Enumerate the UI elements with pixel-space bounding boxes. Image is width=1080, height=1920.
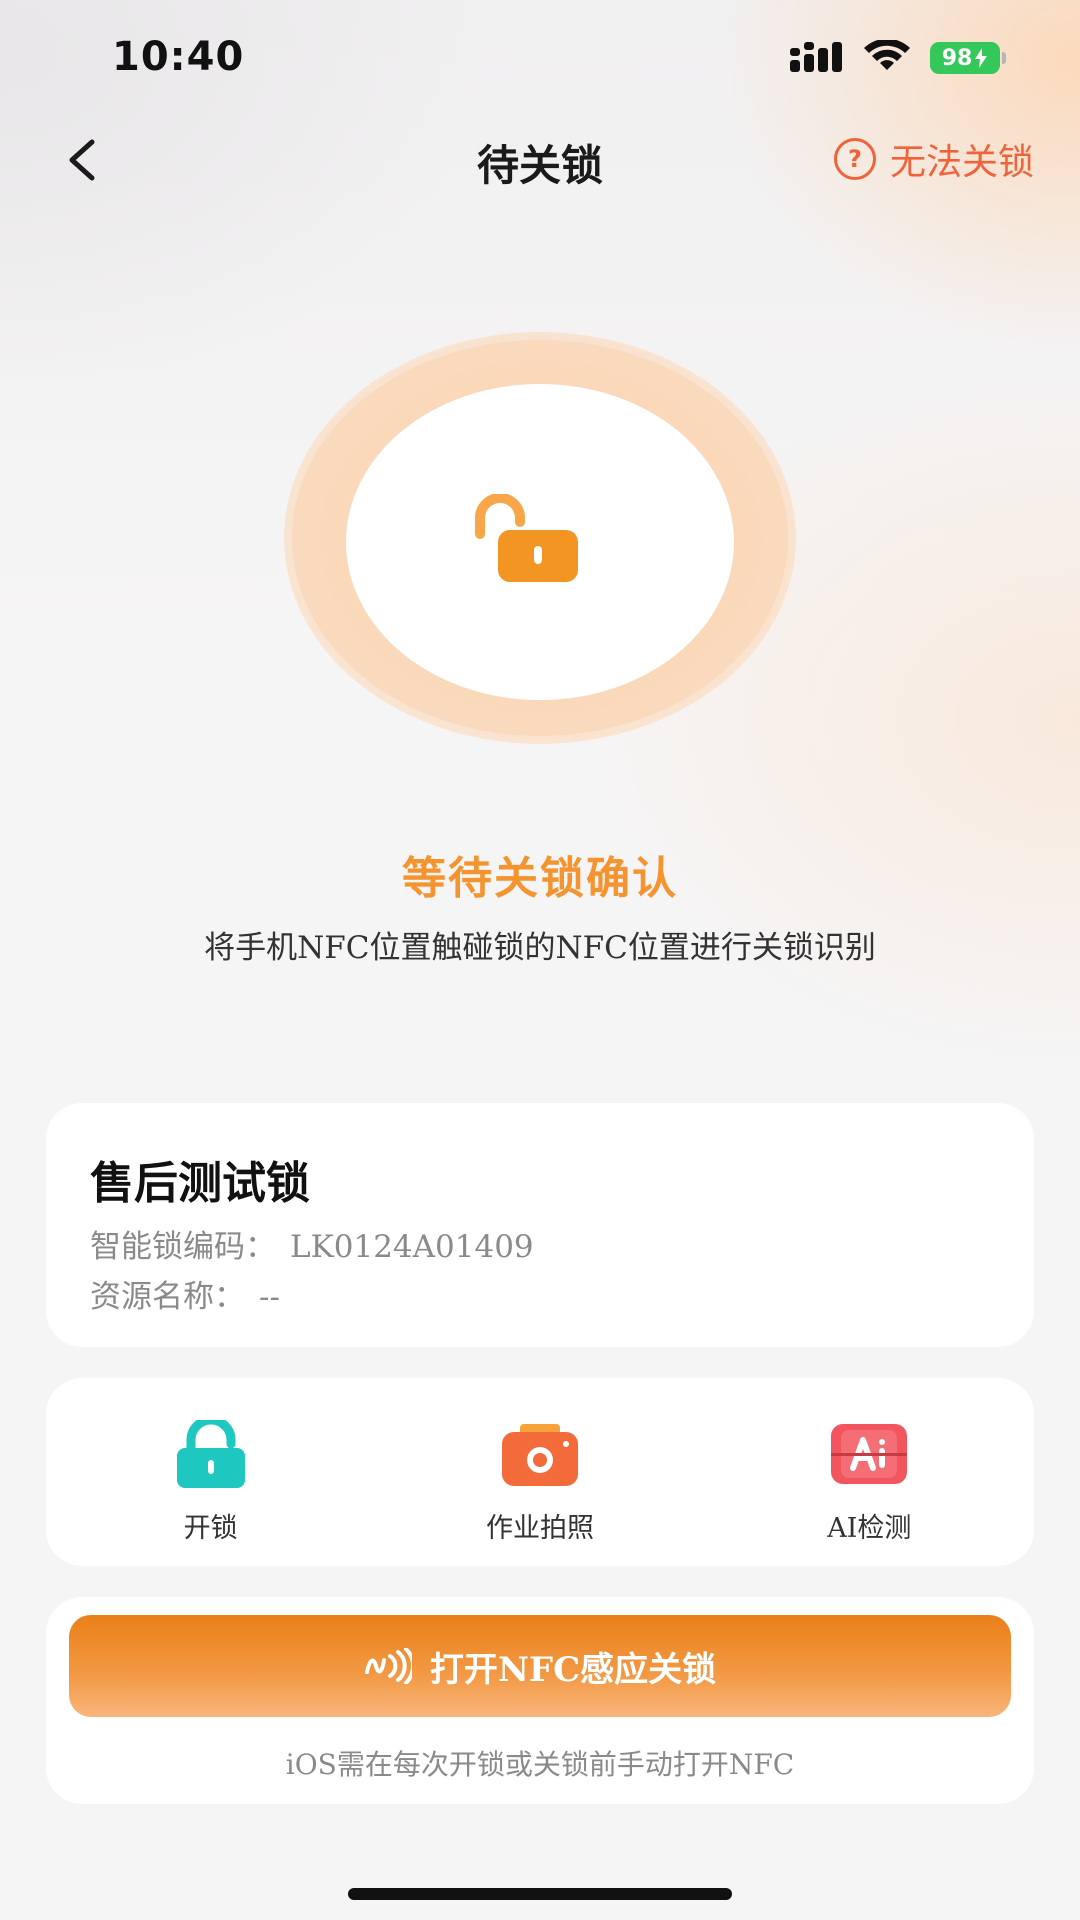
action-ai-detect-label: AI检测 bbox=[827, 1513, 912, 1544]
status-description: 将手机NFC位置触碰锁的NFC位置进行关锁识别 bbox=[204, 930, 876, 966]
nfc-lock-button[interactable]: 打开NFC感应关锁 bbox=[69, 1615, 1011, 1717]
lock-code-row: 智能锁编码： LK0124A01409 bbox=[90, 1221, 534, 1266]
lock-code-label: 智能锁编码： bbox=[90, 1229, 276, 1265]
lock-code-value: LK0124A01409 bbox=[290, 1229, 534, 1265]
action-unlock-label: 开锁 bbox=[183, 1513, 238, 1544]
status-bar: 10:40 98 bbox=[0, 0, 1080, 110]
resource-name-value: -- bbox=[259, 1279, 280, 1315]
lock-info-card: 售后测试锁 智能锁编码： LK0124A01409 资源名称： -- bbox=[46, 1103, 1034, 1347]
home-indicator[interactable] bbox=[348, 1888, 732, 1900]
battery-indicator: 98 bbox=[930, 42, 1000, 74]
help-question-icon: ? bbox=[833, 138, 876, 180]
nfc-icon bbox=[364, 1648, 412, 1684]
cannot-lock-label: 无法关锁 bbox=[889, 142, 1034, 183]
nfc-lock-button-label: 打开NFC感应关锁 bbox=[429, 1649, 717, 1690]
unlocked-padlock-icon bbox=[475, 494, 578, 582]
cellular-signal-icon bbox=[790, 40, 846, 74]
resource-name-row: 资源名称： -- bbox=[90, 1271, 280, 1316]
camera-icon bbox=[501, 1424, 578, 1486]
ai-scan-icon bbox=[831, 1424, 908, 1484]
action-unlock[interactable]: 开锁 bbox=[46, 1378, 375, 1566]
action-photo-label: 作业拍照 bbox=[485, 1513, 594, 1544]
charging-bolt-icon bbox=[975, 48, 988, 68]
wifi-icon bbox=[864, 40, 910, 70]
nfc-card: 打开NFC感应关锁 iOS需在每次开锁或关锁前手动打开NFC bbox=[46, 1597, 1034, 1804]
lock-name: 售后测试锁 bbox=[90, 1158, 310, 1209]
actions-card: 开锁 作业拍照 AI检测 bbox=[46, 1378, 1034, 1566]
unlock-icon bbox=[176, 1420, 245, 1488]
battery-level: 98 bbox=[941, 45, 973, 71]
nfc-hint: iOS需在每次开锁或关锁前手动打开NFC bbox=[285, 1748, 795, 1781]
resource-name-label: 资源名称： bbox=[90, 1279, 245, 1315]
status-title: 等待关锁确认 bbox=[402, 853, 678, 904]
action-ai-detect[interactable]: AI检测 bbox=[705, 1378, 1034, 1566]
status-time: 10:40 bbox=[112, 34, 245, 80]
cannot-lock-button[interactable]: ? 无法关锁 bbox=[833, 134, 1034, 184]
action-photo[interactable]: 作业拍照 bbox=[375, 1378, 704, 1566]
battery-cap bbox=[1002, 52, 1006, 64]
